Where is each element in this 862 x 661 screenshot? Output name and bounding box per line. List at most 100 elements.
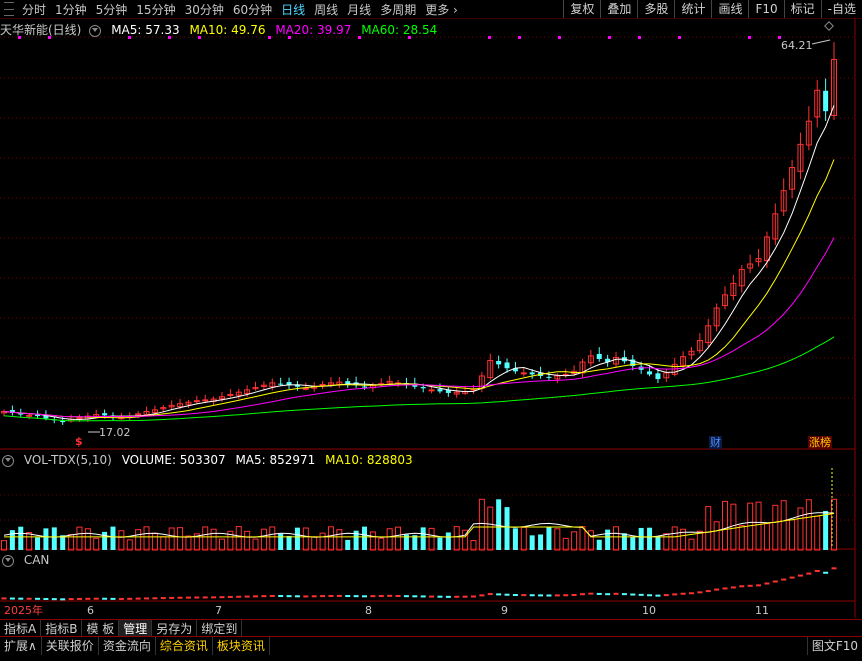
volume-bar <box>311 536 318 551</box>
volume-bar <box>93 537 100 551</box>
volume-bar <box>789 519 796 551</box>
can-bar <box>261 595 267 598</box>
volume-bar <box>445 532 451 550</box>
can-bar <box>236 595 242 598</box>
can-bar <box>546 594 552 597</box>
volume-bar <box>722 500 729 551</box>
event-marker <box>678 36 681 39</box>
candle-body <box>102 413 108 416</box>
candle-body <box>193 400 200 403</box>
can-bar <box>588 592 594 595</box>
volume-bar <box>51 527 57 550</box>
can-bar <box>311 595 317 598</box>
can-bar <box>630 593 636 596</box>
volume-bar <box>84 528 91 551</box>
x-axis-month-9: 9 <box>501 604 508 617</box>
can-bar <box>93 597 99 600</box>
volume-bar <box>143 526 150 551</box>
volume-bar <box>546 527 552 550</box>
candle-body <box>504 362 510 369</box>
volume-bar <box>235 526 242 551</box>
candle-body <box>520 372 527 375</box>
can-bar <box>714 588 720 591</box>
ma5-line <box>3 105 835 421</box>
event-marker <box>638 36 641 39</box>
volume-bar <box>369 531 376 551</box>
can-bar <box>1 597 7 600</box>
volume-bar <box>269 526 276 551</box>
can-bar <box>437 595 443 598</box>
candle-body <box>546 376 552 378</box>
can-bar <box>454 595 460 598</box>
can-bar <box>504 593 510 596</box>
x-axis-month-6: 6 <box>87 604 94 617</box>
volume-bar <box>210 528 217 551</box>
can-bar <box>9 597 15 600</box>
volume-indicator-name: VOL-TDX(5,10) <box>23 453 112 467</box>
can-bar <box>831 567 837 570</box>
volume-bar <box>437 537 443 550</box>
volume-ma10-value: MA10: 828803 <box>325 453 413 467</box>
can-bar <box>747 584 753 587</box>
can-bar <box>35 597 41 600</box>
candle-body <box>596 353 602 359</box>
can-bar <box>202 596 208 599</box>
tab-general-news[interactable]: 综合资讯 <box>156 637 213 655</box>
volume-bar <box>805 499 812 551</box>
can-bar <box>160 597 166 600</box>
volume-bar <box>202 526 209 551</box>
tab-expand[interactable]: 扩展∧ <box>0 637 42 655</box>
can-bar <box>823 571 829 574</box>
can-bar <box>244 595 250 598</box>
volume-bar <box>763 523 770 551</box>
can-bar <box>571 593 577 596</box>
volume-bar <box>587 530 594 551</box>
x-axis-month-10: 10 <box>642 604 656 617</box>
kline-chart[interactable] <box>0 0 862 661</box>
volume-bar <box>412 535 418 550</box>
candle-body <box>437 389 443 392</box>
can-bar <box>85 597 91 600</box>
tab-sector-news[interactable]: 板块资讯 <box>213 637 270 655</box>
tab-fund-flow[interactable]: 资金流向 <box>99 637 156 655</box>
can-bar <box>730 586 736 589</box>
graphic-f10-button[interactable]: 图文F10 <box>806 637 862 655</box>
candle-body <box>227 393 234 396</box>
ma5-value: MA5: 57.33 <box>111 23 180 37</box>
volume-bar <box>554 528 561 551</box>
x-axis-year: 2025年 <box>4 604 43 617</box>
can-bar <box>26 597 32 600</box>
can-bar <box>605 593 611 596</box>
can-bar <box>336 594 342 597</box>
can-bar <box>722 587 728 590</box>
can-bar <box>169 596 175 599</box>
volume-bar <box>755 501 762 551</box>
can-bar <box>18 597 24 600</box>
can-bar <box>529 594 535 597</box>
dividend-marker-icon[interactable]: $ <box>74 435 84 448</box>
can-bar <box>479 594 485 597</box>
panel-menu-icon[interactable] <box>89 24 102 37</box>
volume-bar <box>395 526 402 551</box>
volume-value: VOLUME: 503307 <box>121 453 226 467</box>
volume-bar <box>579 526 586 551</box>
can-bar <box>135 597 141 600</box>
volume-bar <box>286 535 292 550</box>
can-bar <box>253 595 259 598</box>
tab-related-quotes[interactable]: 关联报价 <box>42 637 99 655</box>
volume-bar <box>814 515 821 551</box>
volume-bar <box>428 527 435 551</box>
volume-panel-menu-icon[interactable] <box>2 454 14 467</box>
volume-bar <box>630 536 636 550</box>
volume-bar <box>529 535 535 550</box>
can-panel-menu-icon[interactable] <box>2 554 14 567</box>
info-tabbar: 扩展∧ 关联报价 资金流向 综合资讯 板块资讯 图文F10 <box>0 637 862 655</box>
finance-tag[interactable]: 财 <box>709 436 722 449</box>
can-bar <box>211 596 217 599</box>
can-bar <box>789 576 795 579</box>
limit-up-tag[interactable]: 涨榜 <box>808 436 832 449</box>
volume-bar <box>797 507 804 551</box>
volume-bar <box>688 538 695 551</box>
volume-bar <box>294 527 300 550</box>
can-bar <box>395 594 401 597</box>
